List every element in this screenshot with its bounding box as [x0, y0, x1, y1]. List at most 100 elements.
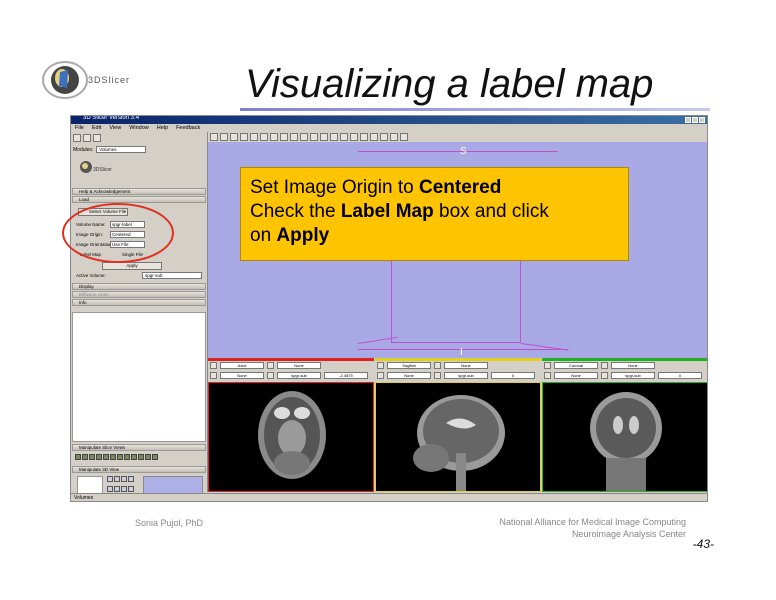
- minimize-icon[interactable]: [685, 117, 691, 123]
- toolbar-icon[interactable]: [280, 133, 288, 141]
- yellow-vol-select[interactable]: None: [387, 372, 431, 379]
- view-button-icon[interactable]: [82, 454, 88, 460]
- view-button-icon[interactable]: [138, 454, 144, 460]
- section-info[interactable]: Info: [72, 299, 206, 306]
- link-icon[interactable]: [601, 372, 608, 379]
- view-button-icon[interactable]: [124, 454, 130, 460]
- view-button-icon[interactable]: [89, 454, 95, 460]
- link-icon[interactable]: [601, 362, 608, 369]
- toolbar-icon[interactable]: [360, 133, 368, 141]
- toolbar-icon[interactable]: [340, 133, 348, 141]
- active-volume-select[interactable]: spgr-sub: [142, 272, 202, 279]
- red-fg-select[interactable]: None: [277, 362, 321, 369]
- green-vol-select[interactable]: None: [554, 372, 598, 379]
- toolbar-icon[interactable]: [240, 133, 248, 141]
- view-button-icon[interactable]: [114, 476, 120, 482]
- toolbar-icon[interactable]: [300, 133, 308, 141]
- link-icon[interactable]: [434, 362, 441, 369]
- module-dropdown[interactable]: Volumes: [96, 146, 147, 153]
- green-orient-select[interactable]: Coronal: [554, 362, 598, 369]
- toolbar-icon[interactable]: [210, 133, 218, 141]
- red-bg-select[interactable]: spgr-sub: [277, 372, 321, 379]
- section-load[interactable]: Load: [72, 196, 206, 203]
- view-button-icon[interactable]: [96, 454, 102, 460]
- close-icon[interactable]: [699, 117, 705, 123]
- link-icon[interactable]: [434, 372, 441, 379]
- title-rule: [240, 108, 710, 111]
- toolbar-icon[interactable]: [220, 133, 228, 141]
- view-button-icon[interactable]: [103, 454, 109, 460]
- link-icon[interactable]: [267, 372, 274, 379]
- home-icon[interactable]: [73, 134, 81, 142]
- callout-line-1: Set Image Origin to Centered: [250, 176, 628, 200]
- pin-icon[interactable]: [210, 362, 217, 369]
- toolbar-icon[interactable]: [380, 133, 388, 141]
- yellow-slice-controls: Sagittal None None spgr-sub 0: [375, 358, 541, 382]
- toolbar-icon[interactable]: [230, 133, 238, 141]
- red-offset[interactable]: -2.4875: [324, 372, 368, 379]
- coronal-slice-view[interactable]: [542, 382, 707, 492]
- eye-icon[interactable]: [210, 372, 217, 379]
- toolbar-icon[interactable]: [390, 133, 398, 141]
- apply-button[interactable]: Apply: [102, 262, 162, 270]
- yellow-fg-select[interactable]: None: [444, 362, 488, 369]
- menu-view[interactable]: View: [109, 124, 121, 132]
- view-button-icon[interactable]: [110, 454, 116, 460]
- menu-window[interactable]: Window: [129, 124, 149, 132]
- toolbar-icon[interactable]: [330, 133, 338, 141]
- toolbar-icon[interactable]: [260, 133, 268, 141]
- link-icon[interactable]: [267, 362, 274, 369]
- view-button-icon[interactable]: [121, 476, 127, 482]
- view-button-icon[interactable]: [114, 486, 120, 493]
- pin-icon[interactable]: [377, 362, 384, 369]
- view-button-icon[interactable]: [131, 454, 137, 460]
- section-manipulate-3d[interactable]: Manipulate 3D View: [72, 466, 206, 473]
- axial-slice-view[interactable]: [208, 382, 374, 492]
- view-button-icon[interactable]: [128, 476, 134, 482]
- view-button-icon[interactable]: [107, 486, 113, 493]
- menu-feedback[interactable]: Feedback: [176, 124, 200, 132]
- green-offset[interactable]: 0: [658, 372, 702, 379]
- green-fg-select[interactable]: None: [611, 362, 655, 369]
- toolbar-icon[interactable]: [290, 133, 298, 141]
- sagittal-slice-view[interactable]: [375, 382, 541, 492]
- view-button-icon[interactable]: [152, 454, 158, 460]
- view-button-icon[interactable]: [121, 486, 127, 493]
- toolbar-icon[interactable]: [400, 133, 408, 141]
- toolbar-icon[interactable]: [350, 133, 358, 141]
- pin-icon[interactable]: [544, 362, 551, 369]
- view-button-icon[interactable]: [75, 454, 81, 460]
- green-bg-select[interactable]: spgr-sub: [611, 372, 655, 379]
- load-icon[interactable]: [83, 134, 91, 142]
- active-volume-label: Active Volume:: [76, 273, 106, 278]
- module-panel: Modules: Volumes 3DSlicer Help & Acknowl…: [71, 132, 208, 501]
- maximize-icon[interactable]: [692, 117, 698, 123]
- section-diffusion[interactable]: Diffusion Lines: [72, 291, 206, 298]
- toolbar-icon[interactable]: [310, 133, 318, 141]
- green-slice-controls: Coronal None None spgr-sub 0: [542, 358, 707, 382]
- view-button-icon[interactable]: [107, 476, 113, 482]
- eye-icon[interactable]: [544, 372, 551, 379]
- menu-help[interactable]: Help: [157, 124, 168, 132]
- toolbar-icon[interactable]: [250, 133, 258, 141]
- menu-edit[interactable]: Edit: [92, 124, 101, 132]
- axial-mri-image: [258, 391, 326, 479]
- save-icon[interactable]: [93, 134, 101, 142]
- section-display[interactable]: Display: [72, 283, 206, 290]
- yellow-orient-select[interactable]: Sagittal: [387, 362, 431, 369]
- eye-icon[interactable]: [377, 372, 384, 379]
- yellow-offset[interactable]: 0: [491, 372, 535, 379]
- yellow-bg-select[interactable]: spgr-sub: [444, 372, 488, 379]
- red-orient-select[interactable]: Axial: [220, 362, 264, 369]
- toolbar-icon[interactable]: [320, 133, 328, 141]
- view-button-icon[interactable]: [117, 454, 123, 460]
- view-button-icon[interactable]: [145, 454, 151, 460]
- menu-file[interactable]: File: [75, 124, 84, 132]
- section-help[interactable]: Help & Acknowledgement: [72, 188, 206, 195]
- logo-text: 3DSlicer: [88, 75, 131, 85]
- toolbar-icon[interactable]: [370, 133, 378, 141]
- red-vol-select[interactable]: None: [220, 372, 264, 379]
- view-button-icon[interactable]: [128, 486, 134, 493]
- section-manipulate-slices[interactable]: Manipulate Slice Views: [72, 444, 206, 451]
- toolbar-icon[interactable]: [270, 133, 278, 141]
